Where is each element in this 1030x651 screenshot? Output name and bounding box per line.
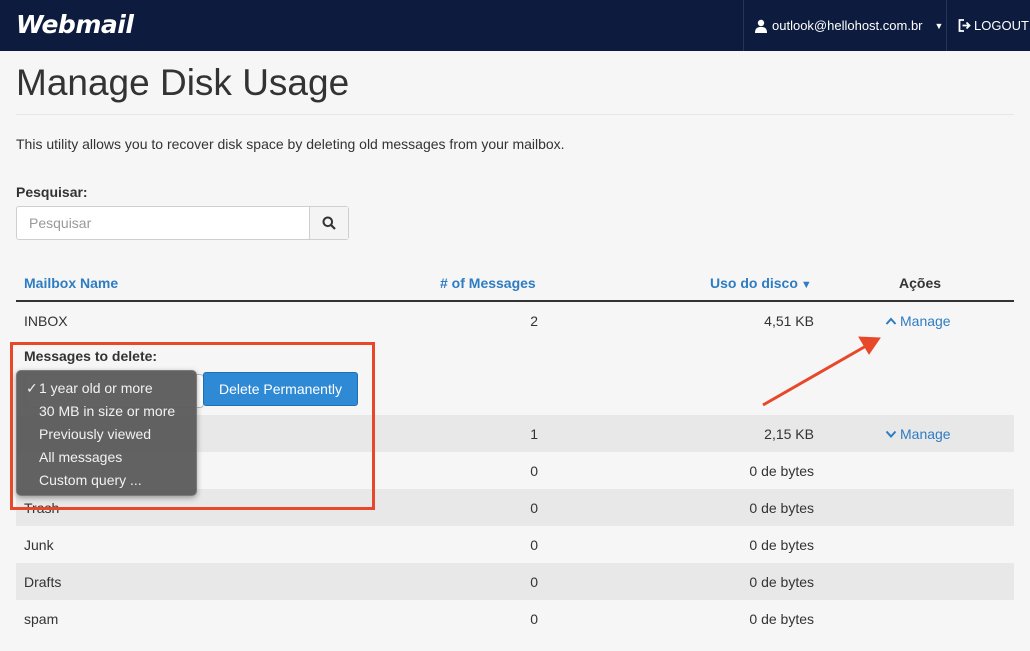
table-row: spam 0 0 de bytes — [16, 600, 1014, 637]
search-icon — [322, 216, 336, 230]
disk-usage: 0 de bytes — [749, 500, 814, 516]
title-divider — [16, 114, 1014, 115]
disk-usage: 0 de bytes — [749, 574, 814, 590]
page-title: Manage Disk Usage — [16, 62, 350, 103]
search-box — [16, 206, 349, 240]
disk-usage: 0 de bytes — [749, 611, 814, 627]
message-count: 0 — [530, 463, 538, 479]
logout-icon — [958, 19, 971, 32]
table-header: Mailbox Name # of Messages Uso do disco ▼… — [16, 264, 1014, 302]
message-count: 0 — [530, 574, 538, 590]
sort-desc-icon: ▼ — [800, 279, 812, 291]
logout-label: LOGOUT — [974, 18, 1029, 33]
search-button[interactable] — [309, 207, 348, 239]
chevron-up-icon — [885, 317, 897, 325]
manage-label: Manage — [900, 313, 951, 329]
table-row: INBOX 2 4,51 KB Manage — [16, 302, 1014, 339]
disk-usage: 0 de bytes — [749, 537, 814, 553]
column-header-usage[interactable]: Uso do disco ▼ — [710, 275, 812, 291]
message-count: 0 — [530, 611, 538, 627]
table-row: Junk 0 0 de bytes — [16, 526, 1014, 563]
chevron-down-icon — [885, 430, 897, 438]
webmail-logo[interactable]: Webmail — [16, 10, 134, 39]
intro-text: This utility allows you to recover disk … — [16, 136, 565, 152]
manage-link[interactable]: Manage — [885, 426, 951, 442]
mailbox-name: Drafts — [24, 574, 62, 590]
annotation-highlight-box — [10, 342, 375, 510]
disk-usage: 4,51 KB — [764, 313, 814, 329]
column-header-actions: Ações — [899, 275, 942, 291]
user-menu[interactable]: outlook@hellohost.com.br ▼ — [743, 0, 947, 51]
column-header-usage-label: Uso do disco — [710, 275, 798, 291]
search-label: Pesquisar: — [16, 184, 88, 200]
search-input[interactable] — [17, 207, 309, 239]
message-count: 2 — [530, 313, 538, 329]
message-count: 0 — [530, 500, 538, 516]
top-navbar: Webmail outlook@hellohost.com.br ▼ LOGOU… — [0, 0, 1030, 51]
message-count: 1 — [530, 426, 538, 442]
caret-down-icon: ▼ — [934, 20, 944, 31]
user-email: outlook@hellohost.com.br — [772, 18, 923, 33]
manage-label: Manage — [900, 426, 951, 442]
message-count: 0 — [530, 537, 538, 553]
column-header-messages[interactable]: # of Messages — [440, 275, 536, 291]
column-header-mailbox[interactable]: Mailbox Name — [24, 275, 118, 291]
mailbox-name: INBOX — [24, 313, 68, 329]
disk-usage: 0 de bytes — [749, 463, 814, 479]
disk-usage: 2,15 KB — [764, 426, 814, 442]
user-icon — [755, 19, 767, 33]
mailbox-name: spam — [24, 611, 59, 627]
table-row: Drafts 0 0 de bytes — [16, 563, 1014, 600]
manage-link[interactable]: Manage — [885, 313, 951, 329]
mailbox-name: Junk — [24, 537, 54, 553]
logout-button[interactable]: LOGOUT — [958, 0, 1029, 51]
